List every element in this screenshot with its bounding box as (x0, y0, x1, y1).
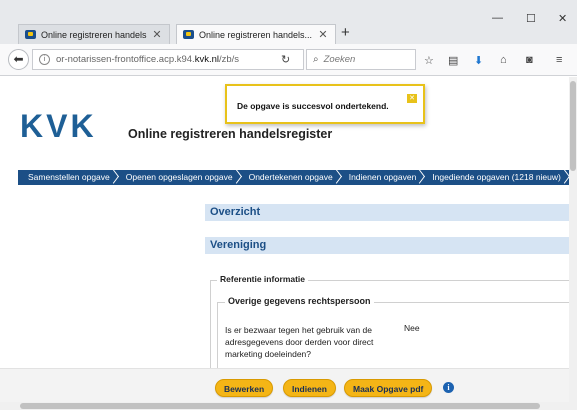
marketing-question-value: Nee (404, 323, 420, 333)
help-info-icon[interactable]: i (443, 382, 454, 393)
reference-legend: Referentie informatie (217, 274, 309, 284)
tab-close-icon[interactable]: ✕ (151, 28, 163, 41)
star-icon[interactable]: ☆ (424, 54, 434, 67)
success-notification: De opgave is succesvol ondertekend. ✕ (225, 84, 425, 124)
vertical-scrollbar[interactable] (569, 77, 577, 410)
section-entity-header: Vereniging (205, 237, 569, 254)
tab-title: Online registreren handels (41, 29, 147, 40)
other-details-legend: Overige gegevens rechtspersoon (225, 296, 374, 306)
section-overview-header: Overzicht (205, 204, 569, 221)
hamburger-menu-icon[interactable]: ≡ (556, 54, 562, 66)
page-title: Online registreren handelsregister (128, 127, 333, 141)
tab-title: Online registreren handels... (199, 29, 313, 40)
home-icon[interactable]: ⌂ (500, 54, 507, 66)
url-bar[interactable]: i or-notarissen-frontoffice.acp.k94. kvk.… (32, 49, 304, 70)
new-tab-icon[interactable]: + (341, 25, 350, 41)
maximize-icon[interactable]: ☐ (526, 12, 536, 25)
horizontal-scroll-thumb[interactable] (20, 403, 540, 409)
search-input[interactable]: ⌕ Zoeken (306, 49, 416, 70)
marketing-question-label: Is er bezwaar tegen het gebruik van de a… (225, 325, 374, 359)
action-footer: Bewerken Indienen Maak Opgave pdf i (0, 368, 569, 402)
make-pdf-button[interactable]: Maak Opgave pdf (344, 379, 433, 397)
kvk-favicon-icon (25, 30, 36, 39)
url-domain: kvk.nl (194, 54, 219, 65)
step-samenstellen[interactable]: Samenstellen opgave (18, 170, 116, 185)
step-ondertekenen[interactable]: Ondertekenen opgave (239, 170, 339, 185)
download-icon[interactable]: ⬇ (474, 54, 483, 67)
pocket-icon[interactable]: ◙ (526, 54, 533, 66)
step-ingediende[interactable]: Ingediende opgaven (1218 nieuw) (422, 170, 567, 185)
submit-button[interactable]: Indienen (283, 379, 336, 397)
back-arrow-icon[interactable]: ⬅ (8, 49, 29, 70)
url-prefix: or-notarissen-frontoffice.acp.k94. (56, 54, 195, 65)
browser-nav-bar: ⬅ i or-notarissen-frontoffice.acp.k94. kv… (0, 44, 577, 76)
kvk-logo: KVK (20, 108, 97, 144)
step-openen[interactable]: Openen opgeslagen opgave (116, 170, 239, 185)
kvk-favicon-icon (183, 30, 194, 39)
step-indienen[interactable]: Indienen opgaven (339, 170, 423, 185)
info-icon[interactable]: i (39, 54, 50, 65)
notification-close-icon[interactable]: ✕ (407, 94, 417, 103)
browser-tab-2-active[interactable]: Online registreren handels... ✕ (176, 24, 336, 44)
search-icon: ⌕ (313, 54, 319, 65)
search-placeholder: Zoeken (323, 54, 356, 65)
edit-button[interactable]: Bewerken (215, 379, 274, 397)
close-icon[interactable]: ✕ (558, 12, 567, 25)
minimize-icon[interactable]: — (492, 12, 503, 24)
url-path: /zb/s (219, 54, 240, 65)
process-steps-bar: Samenstellen opgave Openen opgeslagen op… (18, 170, 569, 185)
tab-close-icon[interactable]: ✕ (317, 28, 329, 41)
library-icon[interactable]: ▤ (448, 54, 458, 67)
notification-message: De opgave is succesvol ondertekend. (237, 101, 389, 111)
horizontal-scrollbar[interactable] (0, 402, 569, 410)
page-content: KVK Online registreren handelsregister D… (0, 77, 569, 410)
reload-icon[interactable]: ↻ (281, 53, 290, 66)
browser-tab-1[interactable]: Online registreren handels ✕ (18, 24, 170, 44)
vertical-scroll-thumb[interactable] (570, 81, 576, 171)
browser-tab-bar: Online registreren handels ✕ Online regi… (0, 0, 577, 44)
